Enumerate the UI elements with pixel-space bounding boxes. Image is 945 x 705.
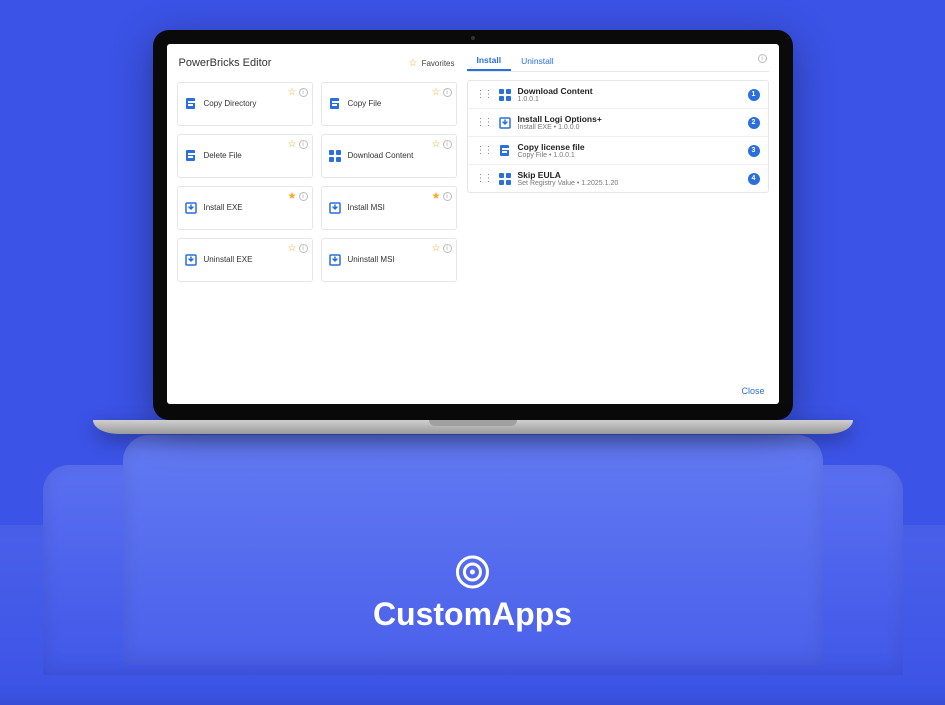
brick-card[interactable]: Copy File ☆i — [321, 82, 457, 126]
brick-card[interactable]: Delete File ☆i — [177, 134, 313, 178]
brick-card-label: Delete File — [204, 151, 242, 161]
info-icon[interactable]: i — [443, 244, 452, 253]
laptop: PowerBricks Editor ☆ Favorites Copy Dire… — [153, 30, 793, 434]
brick-card[interactable]: Install MSI ★i — [321, 186, 457, 230]
star-icon: ☆ — [409, 58, 418, 69]
close-button[interactable]: Close — [741, 386, 764, 396]
brand: CustomApps — [373, 552, 572, 633]
camera-dot — [471, 36, 475, 40]
star-icon[interactable]: ☆ — [432, 87, 441, 98]
laptop-screen-frame: PowerBricks Editor ☆ Favorites Copy Dire… — [153, 30, 793, 420]
sequence-item-title: Skip EULA — [518, 170, 742, 180]
sequence-item-title: Install Logi Options+ — [518, 114, 742, 124]
sequence-item-title: Copy license file — [518, 142, 742, 152]
info-icon[interactable]: i — [299, 88, 308, 97]
info-icon[interactable]: i — [758, 54, 767, 63]
laptop-hinge — [93, 420, 853, 434]
install-icon — [328, 253, 342, 267]
info-icon[interactable]: i — [443, 88, 452, 97]
right-pane: Install Uninstall i ⋮⋮ Download Content1.… — [467, 50, 769, 378]
sequence-item[interactable]: ⋮⋮ Install Logi Options+Install EXE • 1.0… — [468, 109, 768, 137]
info-icon[interactable]: i — [299, 140, 308, 149]
step-number-badge: 4 — [748, 173, 760, 185]
sequence-item[interactable]: ⋮⋮ Skip EULASet Registry Value • 1.2025.1… — [468, 165, 768, 192]
star-icon[interactable]: ☆ — [432, 139, 441, 150]
step-number-badge: 3 — [748, 145, 760, 157]
drag-handle-icon[interactable]: ⋮⋮ — [476, 145, 492, 156]
star-icon[interactable]: ★ — [432, 191, 441, 202]
brick-card-label: Copy File — [348, 99, 382, 109]
grid-icon — [498, 88, 512, 102]
sequence-item-text: Skip EULASet Registry Value • 1.2025.1.2… — [518, 170, 742, 187]
file-copy-icon — [184, 149, 198, 163]
sequence-item[interactable]: ⋮⋮ Copy license fileCopy File • 1.0.0.1 3 — [468, 137, 768, 165]
sequence-item-text: Copy license fileCopy File • 1.0.0.1 — [518, 142, 742, 159]
brick-card[interactable]: Uninstall MSI ☆i — [321, 238, 457, 282]
page-title: PowerBricks Editor — [179, 57, 272, 69]
pedestal — [0, 415, 945, 675]
drag-handle-icon[interactable]: ⋮⋮ — [476, 89, 492, 100]
grid-icon — [498, 172, 512, 186]
sequence-list: ⋮⋮ Download Content1.0.0.1 1 ⋮⋮ Install Logi… — [467, 80, 769, 193]
brick-card-label: Uninstall MSI — [348, 255, 395, 265]
install-icon — [498, 116, 512, 130]
install-icon — [184, 201, 198, 215]
sequence-item[interactable]: ⋮⋮ Download Content1.0.0.1 1 — [468, 81, 768, 109]
tabs-row: Install Uninstall i — [467, 50, 769, 72]
file-copy-icon — [498, 144, 512, 158]
favorites-label: Favorites — [422, 59, 455, 68]
brick-card-label: Install EXE — [204, 203, 243, 213]
sequence-item-text: Download Content1.0.0.1 — [518, 86, 742, 103]
sequence-item-text: Install Logi Options+Install EXE • 1.0.0… — [518, 114, 742, 131]
star-icon[interactable]: ☆ — [432, 243, 441, 254]
tab-uninstall[interactable]: Uninstall — [511, 50, 564, 71]
brick-card-label: Uninstall EXE — [204, 255, 253, 265]
sequence-item-subtitle: 1.0.0.1 — [518, 96, 742, 103]
star-icon[interactable]: ☆ — [288, 87, 297, 98]
install-icon — [328, 201, 342, 215]
laptop-notch — [429, 420, 517, 426]
brick-card[interactable]: Install EXE ★i — [177, 186, 313, 230]
sequence-item-title: Download Content — [518, 86, 742, 96]
brand-logo-icon — [452, 552, 492, 592]
brand-name: CustomApps — [373, 596, 572, 633]
brick-card-label: Copy Directory — [204, 99, 257, 109]
step-number-badge: 1 — [748, 89, 760, 101]
sequence-item-subtitle: Set Registry Value • 1.2025.1.20 — [518, 180, 742, 187]
left-pane: PowerBricks Editor ☆ Favorites Copy Dire… — [177, 50, 457, 378]
brick-card-label: Download Content — [348, 151, 414, 161]
info-icon[interactable]: i — [443, 192, 452, 201]
drag-handle-icon[interactable]: ⋮⋮ — [476, 117, 492, 128]
tab-install[interactable]: Install — [467, 50, 512, 71]
step-number-badge: 2 — [748, 117, 760, 129]
info-icon[interactable]: i — [443, 140, 452, 149]
sequence-item-subtitle: Copy File • 1.0.0.1 — [518, 152, 742, 159]
star-icon[interactable]: ★ — [288, 191, 297, 202]
star-icon[interactable]: ☆ — [288, 243, 297, 254]
install-icon — [184, 253, 198, 267]
info-icon[interactable]: i — [299, 192, 308, 201]
app-window: PowerBricks Editor ☆ Favorites Copy Dire… — [167, 44, 779, 404]
brick-card[interactable]: Copy Directory ☆i — [177, 82, 313, 126]
brick-card-label: Install MSI — [348, 203, 385, 213]
info-icon[interactable]: i — [299, 244, 308, 253]
drag-handle-icon[interactable]: ⋮⋮ — [476, 173, 492, 184]
brick-card[interactable]: Download Content ☆i — [321, 134, 457, 178]
favorites-toggle[interactable]: ☆ Favorites — [409, 58, 455, 69]
sequence-item-subtitle: Install EXE • 1.0.0.0 — [518, 124, 742, 131]
file-copy-icon — [328, 97, 342, 111]
file-copy-icon — [184, 97, 198, 111]
brick-card[interactable]: Uninstall EXE ☆i — [177, 238, 313, 282]
star-icon[interactable]: ☆ — [288, 139, 297, 150]
grid-icon — [328, 149, 342, 163]
